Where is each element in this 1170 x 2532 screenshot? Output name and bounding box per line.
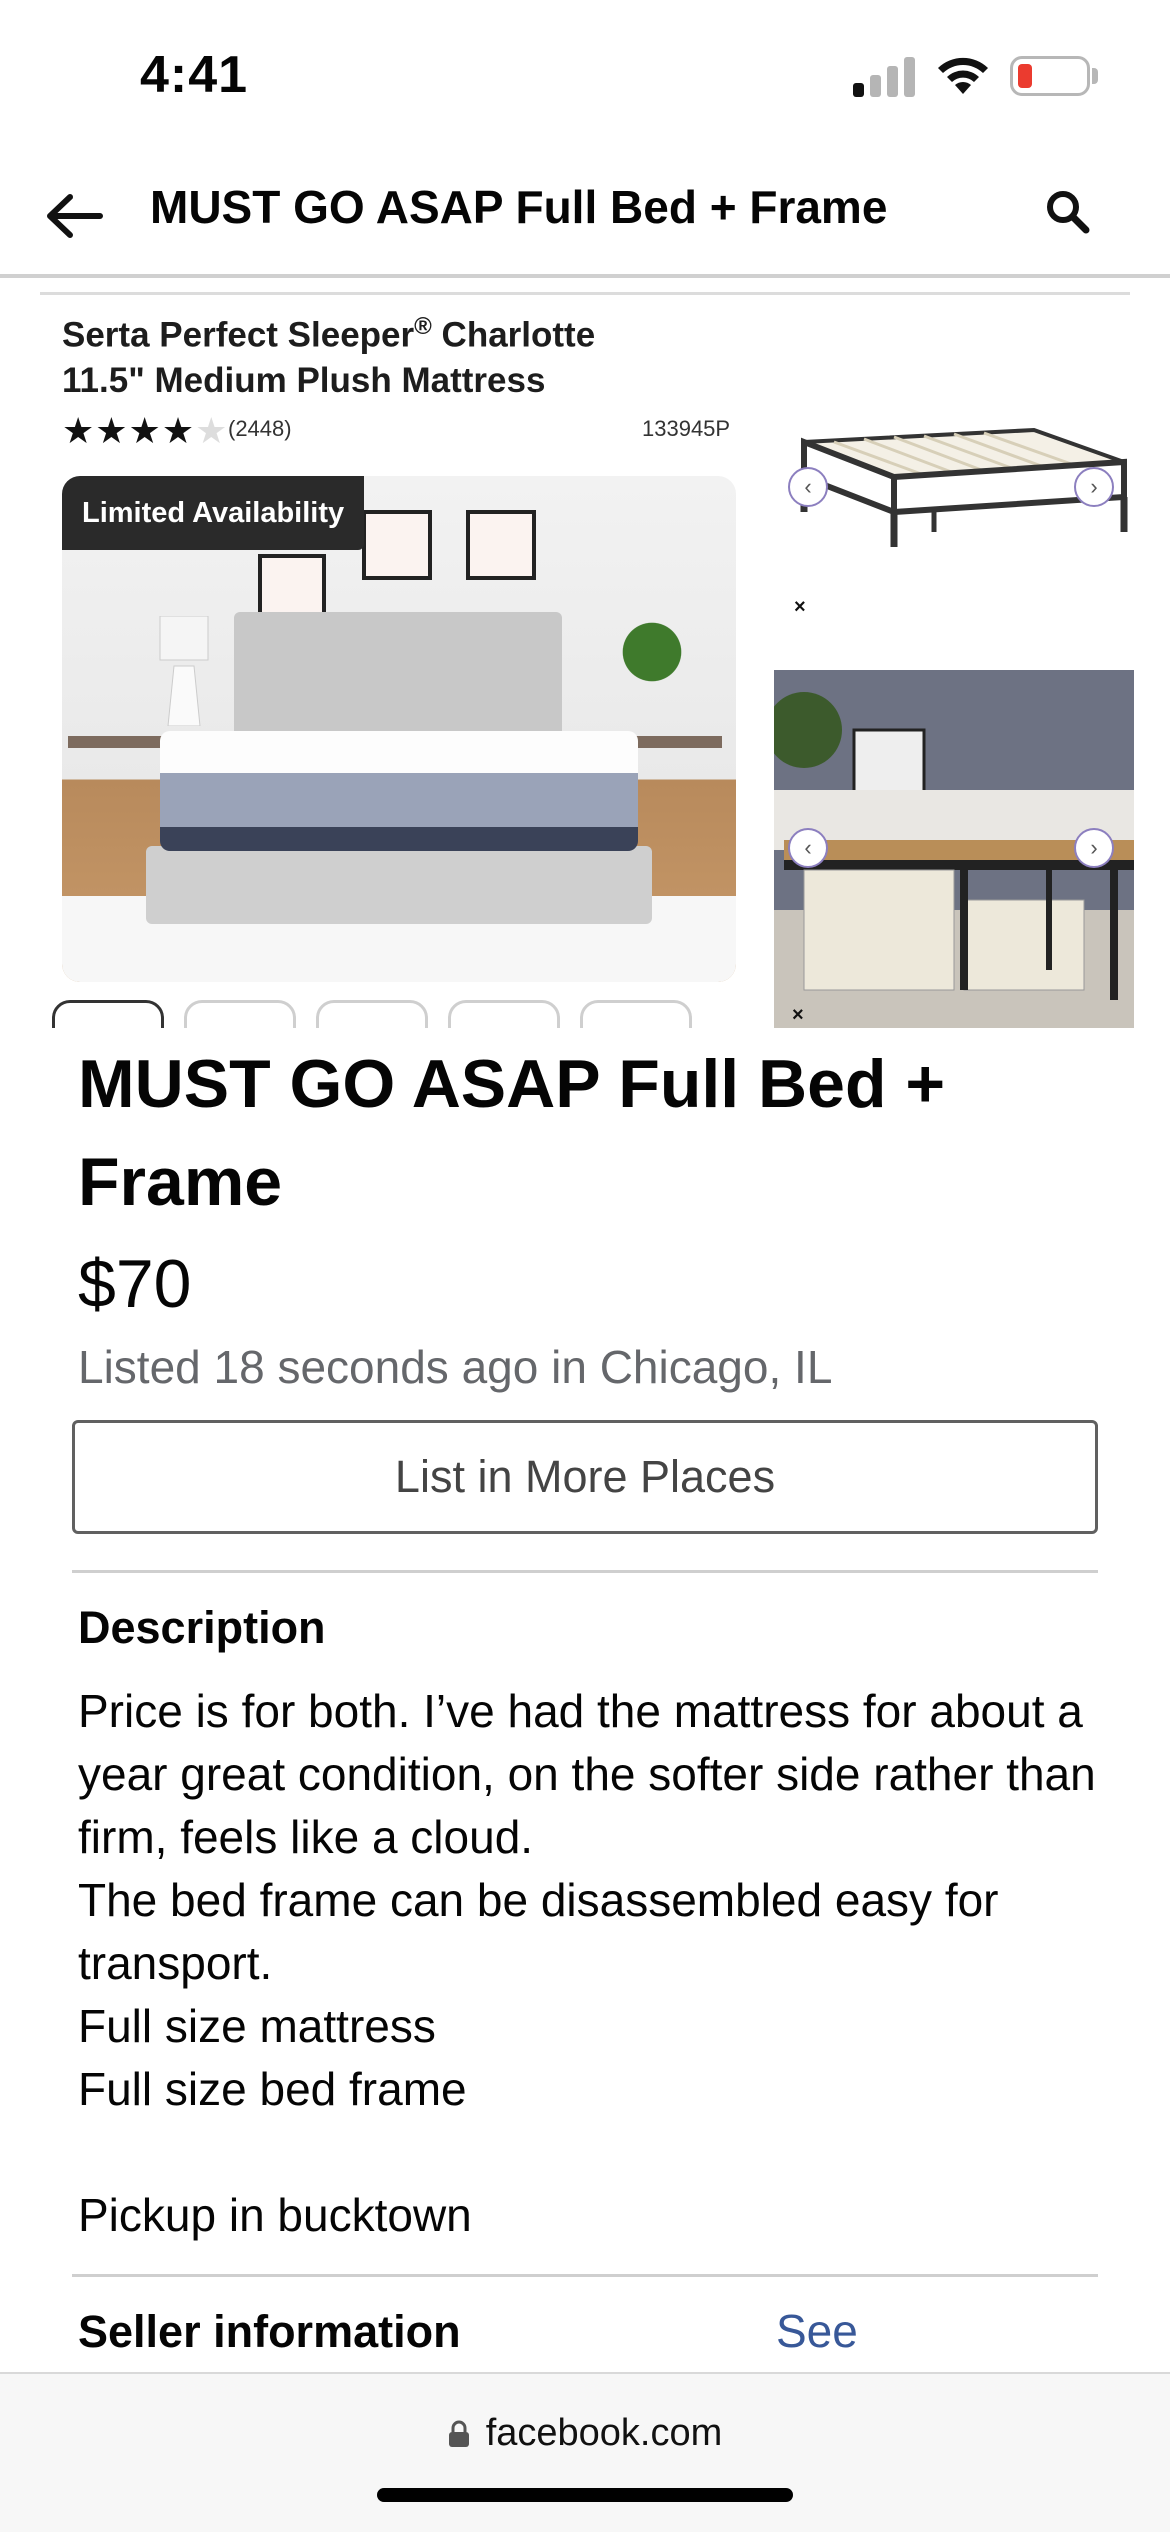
description-body: Price is for both. I’ve had the mattress… bbox=[78, 1680, 1108, 2247]
bed-base bbox=[146, 846, 652, 924]
close-icon[interactable]: × bbox=[792, 1004, 804, 1027]
description-line bbox=[78, 2121, 1108, 2184]
browser-address-bar[interactable]: facebook.com bbox=[0, 2372, 1170, 2532]
lock-icon bbox=[448, 2420, 469, 2447]
carousel-next-button[interactable]: › bbox=[1074, 467, 1114, 507]
back-button[interactable] bbox=[36, 178, 112, 254]
cellular-signal-icon bbox=[853, 55, 915, 97]
seller-see-link[interactable]: See bbox=[776, 2304, 858, 2358]
bed-storage-photo: ‹ › × bbox=[774, 670, 1134, 1028]
bed-frame-illustration bbox=[800, 427, 1128, 547]
listing-image-gallery[interactable]: Serta Perfect Sleeper® Charlotte 11.5" M… bbox=[0, 282, 1170, 1028]
seller-info-heading: Seller information bbox=[78, 2306, 461, 2357]
home-indicator[interactable] bbox=[377, 2488, 793, 2502]
wall-art bbox=[466, 510, 536, 580]
back-arrow-icon bbox=[47, 194, 103, 238]
plant bbox=[617, 616, 687, 706]
bed-frame-photo: ‹ › × bbox=[774, 382, 1134, 624]
list-in-more-places-button[interactable]: List in More Places bbox=[72, 1420, 1098, 1534]
description-line: Pickup in bucktown bbox=[78, 2189, 472, 2241]
wall-art bbox=[362, 510, 432, 580]
description-heading: Description bbox=[78, 1602, 326, 1653]
listing-title: MUST GO ASAP Full Bed + Frame bbox=[78, 1046, 946, 1220]
thumbnail[interactable] bbox=[184, 1000, 296, 1028]
status-time: 4:41 bbox=[140, 46, 249, 104]
description-line: Full size mattress bbox=[78, 2000, 436, 2052]
mattress-photo: Limited Availability bbox=[62, 476, 736, 982]
listed-time-location: Listed 18 seconds ago in Chicago, IL bbox=[78, 1341, 833, 1393]
close-icon[interactable]: × bbox=[794, 596, 806, 619]
status-bar: 4:41 bbox=[0, 0, 1170, 150]
lamp bbox=[159, 616, 209, 726]
availability-badge: Limited Availability bbox=[62, 476, 365, 550]
thumbnail[interactable] bbox=[580, 1000, 692, 1028]
top-nav-bar: MUST GO ASAP Full Bed + Frame bbox=[0, 150, 1170, 278]
battery-tip bbox=[1092, 68, 1098, 84]
wall-art bbox=[258, 554, 326, 618]
description-line: The bed frame can be disassembled easy f… bbox=[78, 1874, 999, 1989]
thumbnail[interactable] bbox=[316, 1000, 428, 1028]
description-line: Full size bed frame bbox=[78, 2063, 467, 2115]
divider bbox=[72, 2274, 1098, 2277]
thumbnail[interactable] bbox=[448, 1000, 560, 1028]
mattress bbox=[160, 731, 638, 851]
thumbnail[interactable] bbox=[52, 1000, 164, 1028]
carousel-prev-button[interactable]: ‹ bbox=[788, 467, 828, 507]
header-title: MUST GO ASAP Full Bed + Frame bbox=[150, 181, 888, 233]
carousel-next-button[interactable]: › bbox=[1074, 828, 1114, 868]
thumbnail-strip bbox=[52, 1000, 752, 1028]
battery-level bbox=[1018, 64, 1032, 88]
listing-price: $70 bbox=[78, 1246, 192, 1322]
rating-stars: ★★★★★ bbox=[62, 410, 229, 451]
battery-icon bbox=[1010, 56, 1090, 96]
sku-number: 133945P bbox=[642, 416, 731, 441]
description-line: Price is for both. I’ve had the mattress… bbox=[78, 1685, 1096, 1863]
wifi-icon bbox=[938, 57, 988, 94]
search-icon bbox=[1047, 191, 1090, 234]
product-image-title: Serta Perfect Sleeper® Charlotte 11.5" M… bbox=[62, 313, 596, 400]
carousel-prev-button[interactable]: ‹ bbox=[788, 828, 828, 868]
divider bbox=[72, 1570, 1098, 1573]
search-button[interactable] bbox=[1036, 180, 1098, 242]
review-count: (2448) bbox=[228, 416, 292, 441]
url-text: facebook.com bbox=[485, 2412, 723, 2454]
